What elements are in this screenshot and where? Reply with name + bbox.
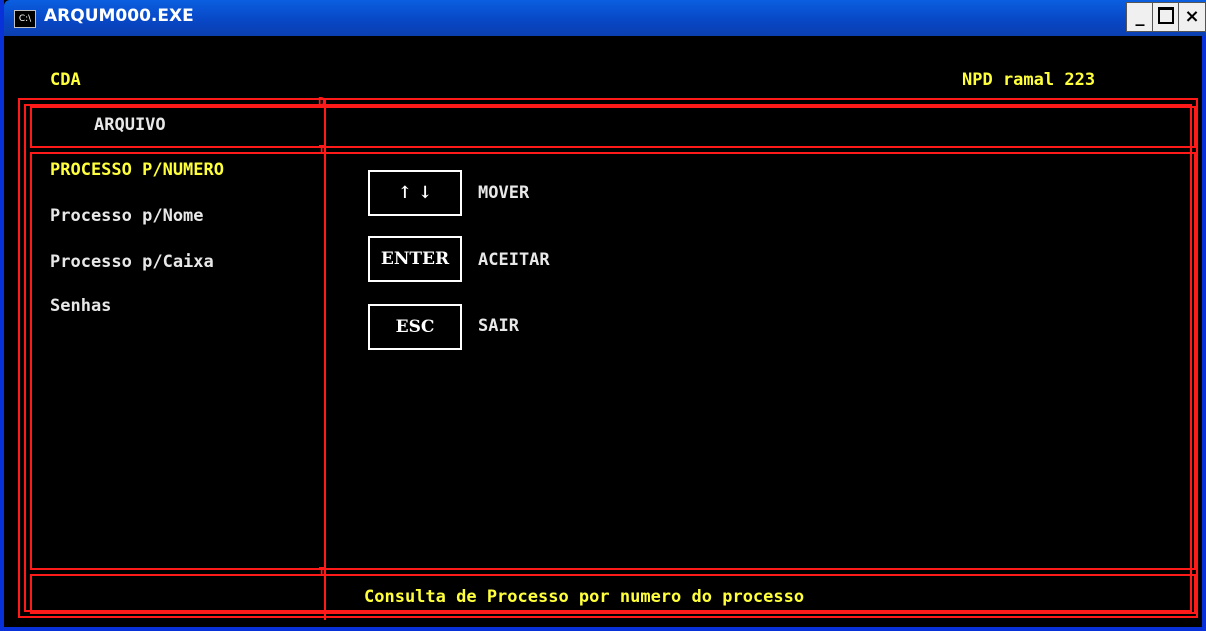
header-left-label: CDA [50,70,81,90]
key-enter-action: ACEITAR [478,250,550,270]
console-window: C:\ ARQUM000.EXE _ × CDA NPD ramal 223 D… [0,0,1206,631]
minimize-button[interactable]: _ [1126,2,1154,32]
menu-item-processo-nome[interactable]: Processo p/Nome [50,206,204,226]
header-right-label: NPD ramal 223 [962,70,1096,90]
separator-line [324,100,326,620]
title-bar[interactable]: C:\ ARQUM000.EXE _ × [4,0,1206,36]
body-frame [30,152,1196,570]
key-esc-box: ESC [368,304,462,350]
maximize-icon [1158,7,1174,24]
top-band-frame [30,106,1196,148]
key-enter-box: ENTER [368,236,462,282]
console-app-icon[interactable]: C:\ [14,10,36,28]
junction-bottom: I [318,565,326,579]
section-label: ARQUIVO [94,115,166,135]
window-title: ARQUM000.EXE [44,6,194,26]
key-esc-action: SAIR [478,316,519,336]
menu-item-senhas[interactable]: Senhas [50,296,111,316]
menu-item-processo-numero[interactable]: PROCESSO P/NUMERO [50,160,224,180]
junction-top: D [318,95,326,109]
status-message: Consulta de Processo por numero do proce… [364,587,805,607]
maximize-button[interactable] [1152,2,1180,32]
close-button[interactable]: × [1178,2,1206,32]
junction-mid: I [318,143,326,157]
key-arrows-box: ↑ ↓ [368,170,462,216]
menu-item-processo-caixa[interactable]: Processo p/Caixa [50,252,214,272]
key-arrows-action: MOVER [478,183,530,203]
